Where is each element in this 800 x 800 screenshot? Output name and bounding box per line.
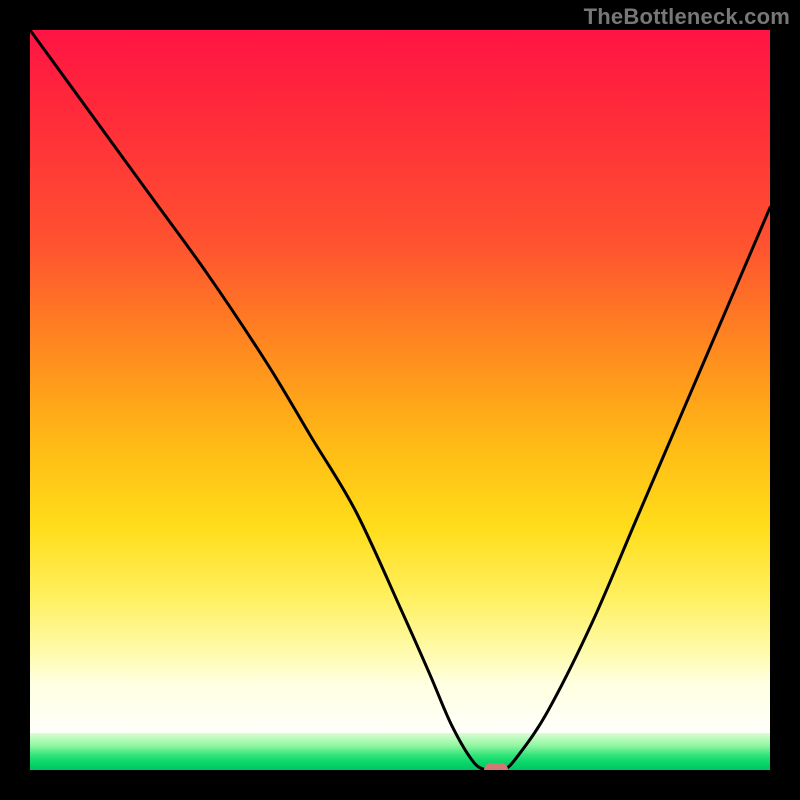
chart-frame: TheBottleneck.com [0, 0, 800, 800]
plot-area [30, 30, 770, 770]
bottleneck-curve [30, 30, 770, 770]
optimal-marker [484, 763, 508, 770]
watermark-text: TheBottleneck.com [584, 4, 790, 30]
curve-path [30, 30, 770, 770]
